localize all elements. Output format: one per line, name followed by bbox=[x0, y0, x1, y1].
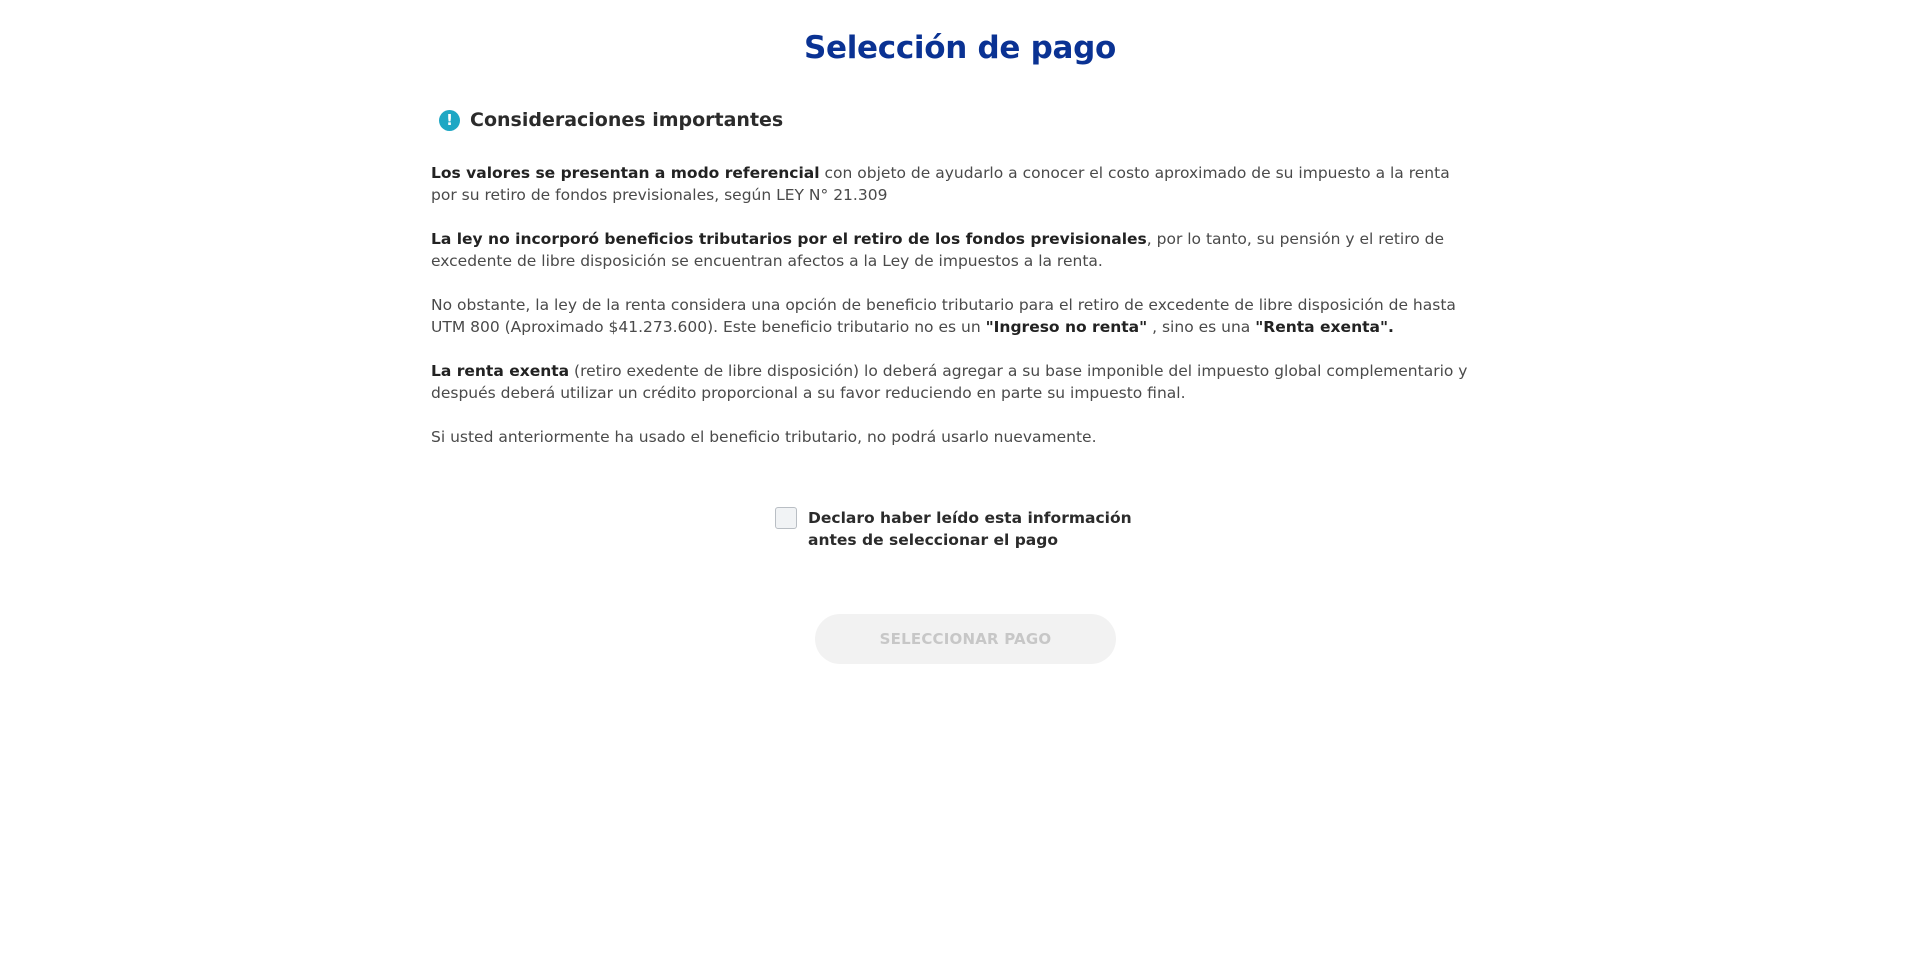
select-payment-button[interactable]: SELECCIONAR PAGO bbox=[815, 614, 1116, 664]
notice-title: Consideraciones importantes bbox=[470, 109, 784, 131]
paragraph-no-tax-benefits: La ley no incorporó beneficios tributari… bbox=[431, 228, 1471, 272]
payment-selection-page: Selección de pago ! Consideraciones impo… bbox=[0, 0, 1920, 977]
paragraph-bold: La ley no incorporó beneficios tributari… bbox=[431, 230, 1147, 248]
declaration-label[interactable]: Declaro haber leído esta información ant… bbox=[808, 507, 1158, 551]
paragraph-text: (retiro exedente de libre disposición) l… bbox=[431, 362, 1468, 402]
paragraph-text: Si usted anteriormente ha usado el benef… bbox=[431, 428, 1097, 446]
paragraph-bold: Los valores se presentan a modo referenc… bbox=[431, 164, 820, 182]
paragraph-tax-benefit-option: No obstante, la ley de la renta consider… bbox=[431, 294, 1471, 338]
paragraph-bold: "Renta exenta". bbox=[1255, 318, 1394, 336]
notice-header: ! Consideraciones importantes bbox=[439, 106, 1471, 134]
paragraph-referential-values: Los valores se presentan a modo referenc… bbox=[431, 162, 1471, 206]
paragraph-bold: "Ingreso no renta" bbox=[985, 318, 1148, 336]
considerations-text: Los valores se presentan a modo referenc… bbox=[431, 162, 1471, 448]
paragraph-exempt-income: La renta exenta (retiro exedente de libr… bbox=[431, 360, 1471, 404]
paragraph-prior-use: Si usted anteriormente ha usado el benef… bbox=[431, 426, 1471, 448]
important-considerations-section: ! Consideraciones importantes Los valore… bbox=[431, 106, 1471, 470]
info-icon: ! bbox=[439, 109, 460, 131]
declaration-checkbox-row: Declaro haber leído esta información ant… bbox=[775, 507, 1158, 551]
declaration-checkbox[interactable] bbox=[775, 507, 797, 529]
page-title: Selección de pago bbox=[803, 30, 1117, 66]
paragraph-bold: La renta exenta bbox=[431, 362, 570, 380]
paragraph-text: , sino es una bbox=[1147, 318, 1256, 336]
